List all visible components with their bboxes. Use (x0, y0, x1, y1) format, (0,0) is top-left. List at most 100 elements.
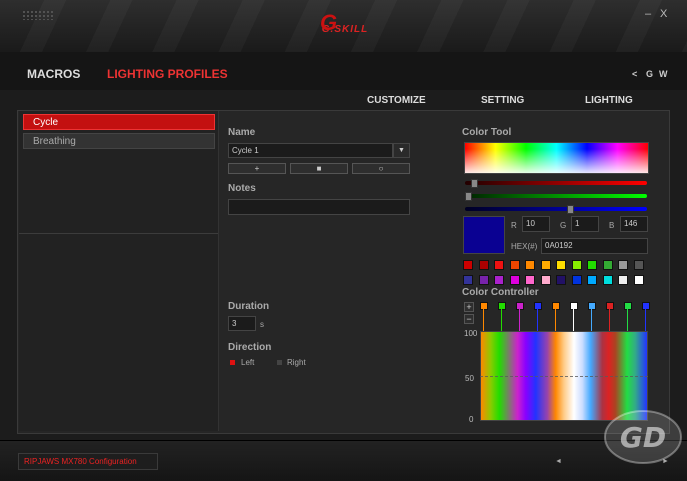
tab-lighting[interactable]: LIGHTING (585, 95, 633, 106)
color-swatch[interactable] (494, 275, 504, 285)
tab-macros[interactable]: MACROS (27, 67, 80, 81)
duration-label: Duration (228, 301, 270, 312)
color-controller-label: Color Controller (462, 287, 539, 298)
tab-setting[interactable]: SETTING (481, 95, 524, 106)
color-swatch[interactable] (571, 260, 582, 270)
color-swatch[interactable] (633, 260, 644, 270)
r-input[interactable]: 10 (522, 216, 550, 232)
color-swatch[interactable] (463, 260, 473, 270)
color-stop-marker[interactable] (642, 302, 650, 310)
color-tool-label: Color Tool (462, 127, 512, 138)
color-swatch[interactable] (618, 260, 628, 270)
color-swatch[interactable] (556, 275, 566, 285)
color-swatch[interactable] (463, 275, 473, 285)
color-stop-stem (555, 309, 556, 331)
notes-label: Notes (228, 183, 256, 194)
red-slider[interactable] (465, 179, 647, 188)
duration-input[interactable]: 3 (228, 316, 256, 331)
direction-right-label: Right (287, 358, 306, 367)
color-stop-marker[interactable] (534, 302, 542, 310)
y-tick-0: 0 (469, 415, 474, 424)
b-input[interactable]: 146 (620, 216, 648, 232)
logo-mark: G (320, 10, 338, 35)
swatch-row-1 (463, 260, 649, 271)
color-stop-stem (627, 309, 628, 331)
tab-lighting-profiles[interactable]: LIGHTING PROFILES (107, 67, 228, 81)
prev-arrow-icon[interactable]: ◄ (555, 458, 562, 465)
tab-customize[interactable]: CUSTOMIZE (367, 95, 426, 106)
color-swatch[interactable] (540, 260, 551, 270)
color-stop-stem (591, 309, 592, 331)
site-watermark-logo: GD (604, 410, 682, 464)
duration-unit: s (260, 320, 264, 329)
color-stop-stem (537, 309, 538, 331)
name-label: Name (228, 127, 256, 138)
direction-left-radio[interactable] (230, 360, 235, 365)
green-slider-handle[interactable] (465, 192, 472, 201)
minimize-button[interactable]: – (645, 8, 651, 20)
add-profile-button[interactable]: + (228, 163, 286, 174)
profile-item-cycle[interactable]: Cycle (23, 114, 215, 130)
color-swatch[interactable] (478, 275, 489, 285)
direction-left-label: Left (241, 358, 255, 367)
color-stop-stem (609, 309, 610, 331)
color-swatch[interactable] (602, 275, 613, 285)
reset-profile-button[interactable]: ○ (352, 163, 410, 174)
color-stop-marker[interactable] (498, 302, 506, 310)
profile-item-breathing[interactable]: Breathing (23, 133, 215, 149)
color-stop-marker[interactable] (552, 302, 560, 310)
g-label: G (560, 221, 567, 230)
g-input[interactable]: 1 (571, 216, 599, 232)
color-swatch[interactable] (587, 275, 597, 285)
color-stop-markers[interactable] (480, 302, 650, 332)
color-stop-marker[interactable] (624, 302, 632, 310)
color-swatch[interactable] (478, 260, 489, 270)
color-stop-marker[interactable] (606, 302, 614, 310)
color-swatch[interactable] (494, 260, 504, 270)
brand-logo: G G.SKILL (310, 10, 380, 44)
color-stop-marker[interactable] (570, 302, 578, 310)
color-stop-stem (501, 309, 502, 331)
blue-slider[interactable] (465, 205, 647, 214)
color-swatch[interactable] (602, 260, 613, 270)
red-slider-handle[interactable] (471, 179, 478, 188)
color-stop-stem (573, 309, 574, 331)
color-swatch[interactable] (556, 260, 566, 270)
color-stop-marker[interactable] (588, 302, 596, 310)
r-label: R (511, 221, 517, 230)
color-swatch[interactable] (633, 275, 644, 285)
color-swatch[interactable] (540, 275, 551, 285)
color-swatch[interactable] (587, 260, 597, 270)
color-stop-marker[interactable] (480, 302, 488, 310)
color-spectrum-picker[interactable] (464, 142, 649, 174)
name-select[interactable]: Cycle 1 (228, 143, 393, 158)
color-swatch[interactable] (509, 275, 520, 285)
remove-color-stop-button[interactable]: − (464, 314, 474, 324)
color-swatch[interactable] (525, 275, 535, 285)
notes-input[interactable] (228, 199, 410, 215)
delete-profile-button[interactable]: ■ (290, 163, 348, 174)
y-tick-50: 50 (465, 374, 474, 383)
chevron-down-icon[interactable]: ▼ (393, 143, 410, 158)
color-stop-stem (645, 309, 646, 331)
profile-list-divider (19, 233, 218, 234)
direction-label: Direction (228, 342, 272, 353)
direction-right-radio[interactable] (277, 360, 282, 365)
share-icon[interactable]: < (632, 69, 637, 79)
weibo-icon[interactable]: W (659, 69, 668, 79)
color-stop-marker[interactable] (516, 302, 524, 310)
profile-list-panel (19, 111, 219, 431)
color-swatch[interactable] (618, 275, 628, 285)
close-button[interactable]: X (660, 8, 667, 20)
add-color-stop-button[interactable]: + (464, 302, 474, 312)
color-swatch[interactable] (571, 275, 582, 285)
main-nav (0, 52, 687, 90)
hex-input[interactable]: 0A0192 (541, 238, 648, 254)
color-swatch[interactable] (525, 260, 535, 270)
b-label: B (609, 221, 615, 230)
blue-slider-handle[interactable] (567, 205, 574, 214)
green-slider[interactable] (465, 192, 647, 201)
color-stop-stem (519, 309, 520, 331)
color-swatch[interactable] (509, 260, 520, 270)
google-plus-icon[interactable]: G (646, 69, 653, 79)
